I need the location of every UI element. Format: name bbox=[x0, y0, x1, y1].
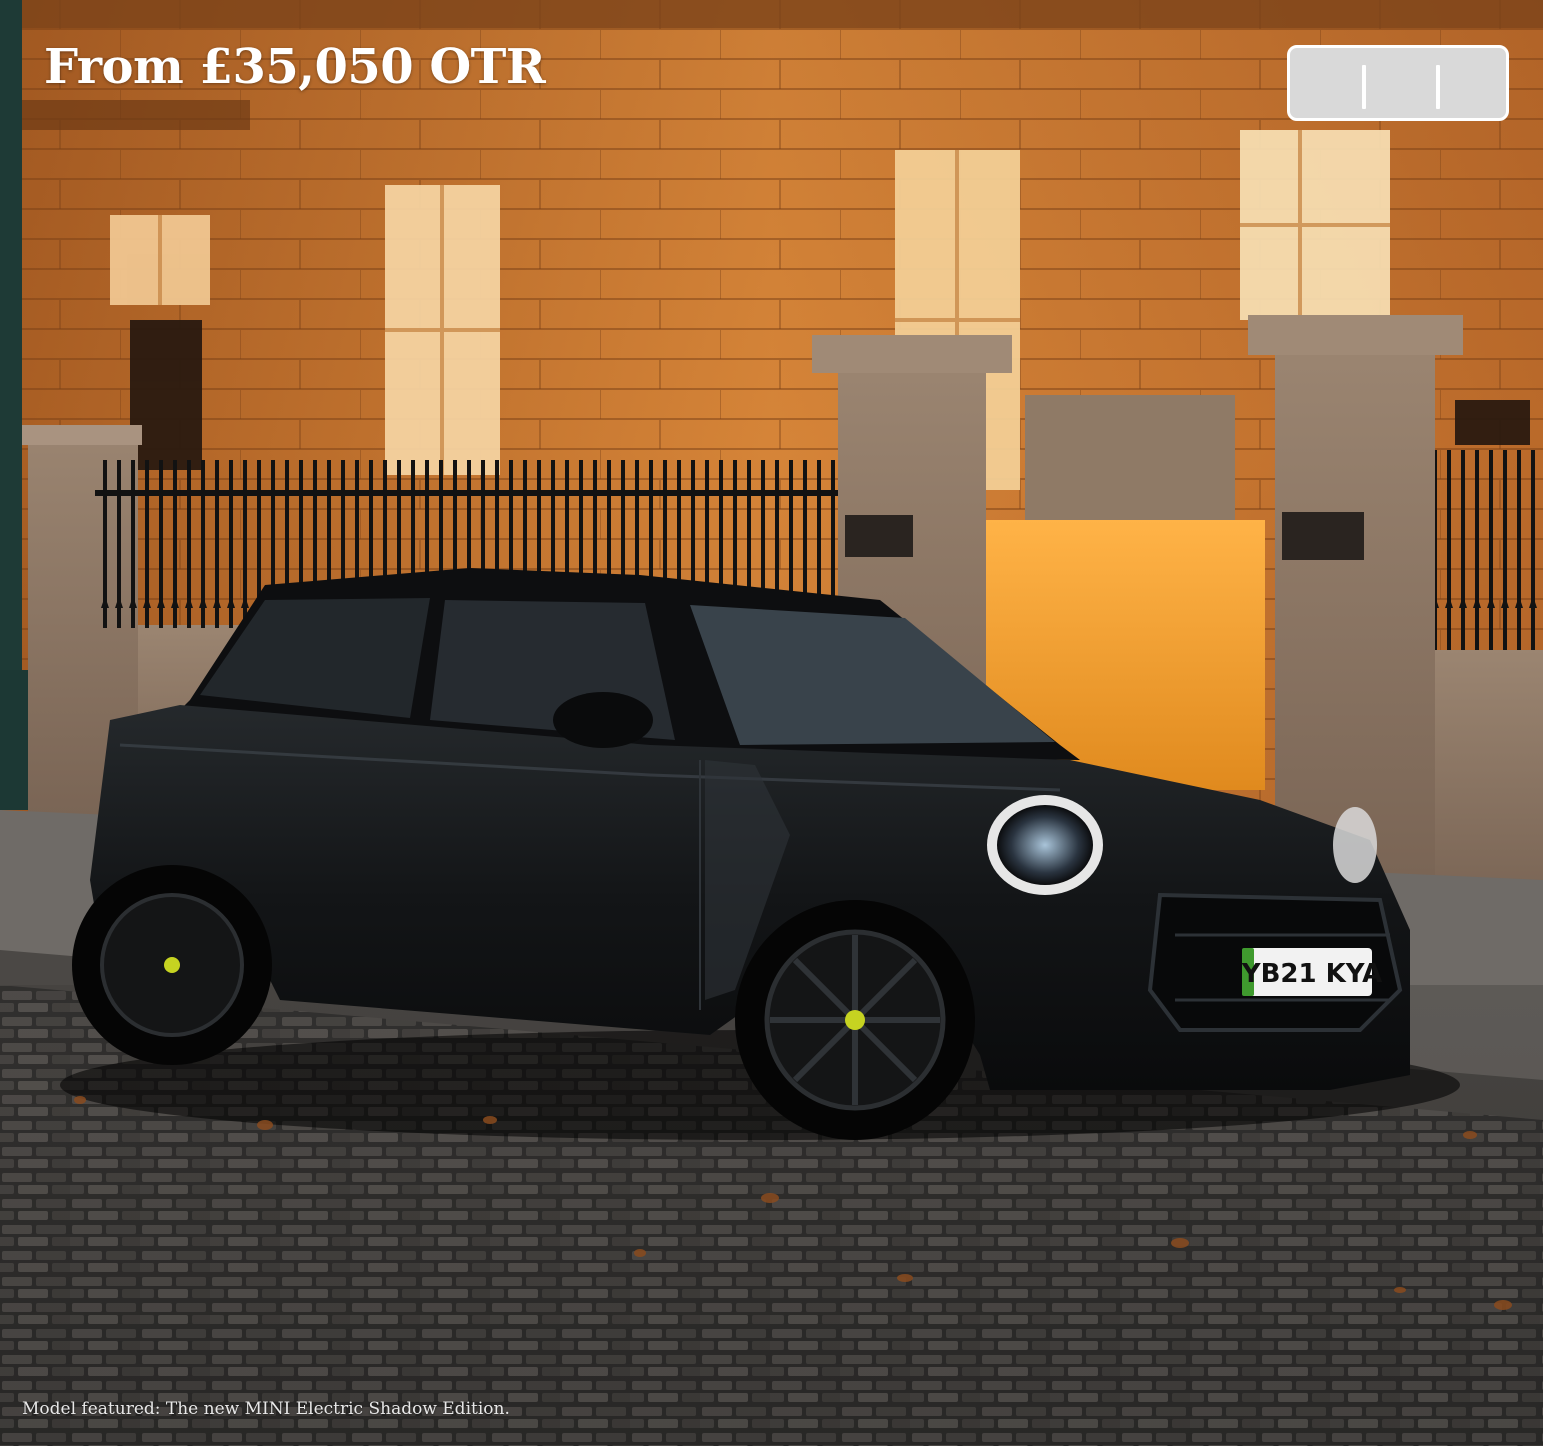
hero-banner: YB21 KYA From £35,050 OTR Model featured… bbox=[0, 0, 1543, 1446]
number-plate-text: YB21 KYA bbox=[1241, 959, 1383, 989]
hero-image: YB21 KYA bbox=[0, 0, 1543, 1446]
pause-icon bbox=[1362, 65, 1366, 109]
pause-icon-bar bbox=[1436, 65, 1440, 109]
model-caption: Model featured: The new MINI Electric Sh… bbox=[22, 1399, 510, 1419]
pause-button[interactable] bbox=[1287, 45, 1509, 121]
price-heading: From £35,050 OTR bbox=[44, 39, 546, 95]
